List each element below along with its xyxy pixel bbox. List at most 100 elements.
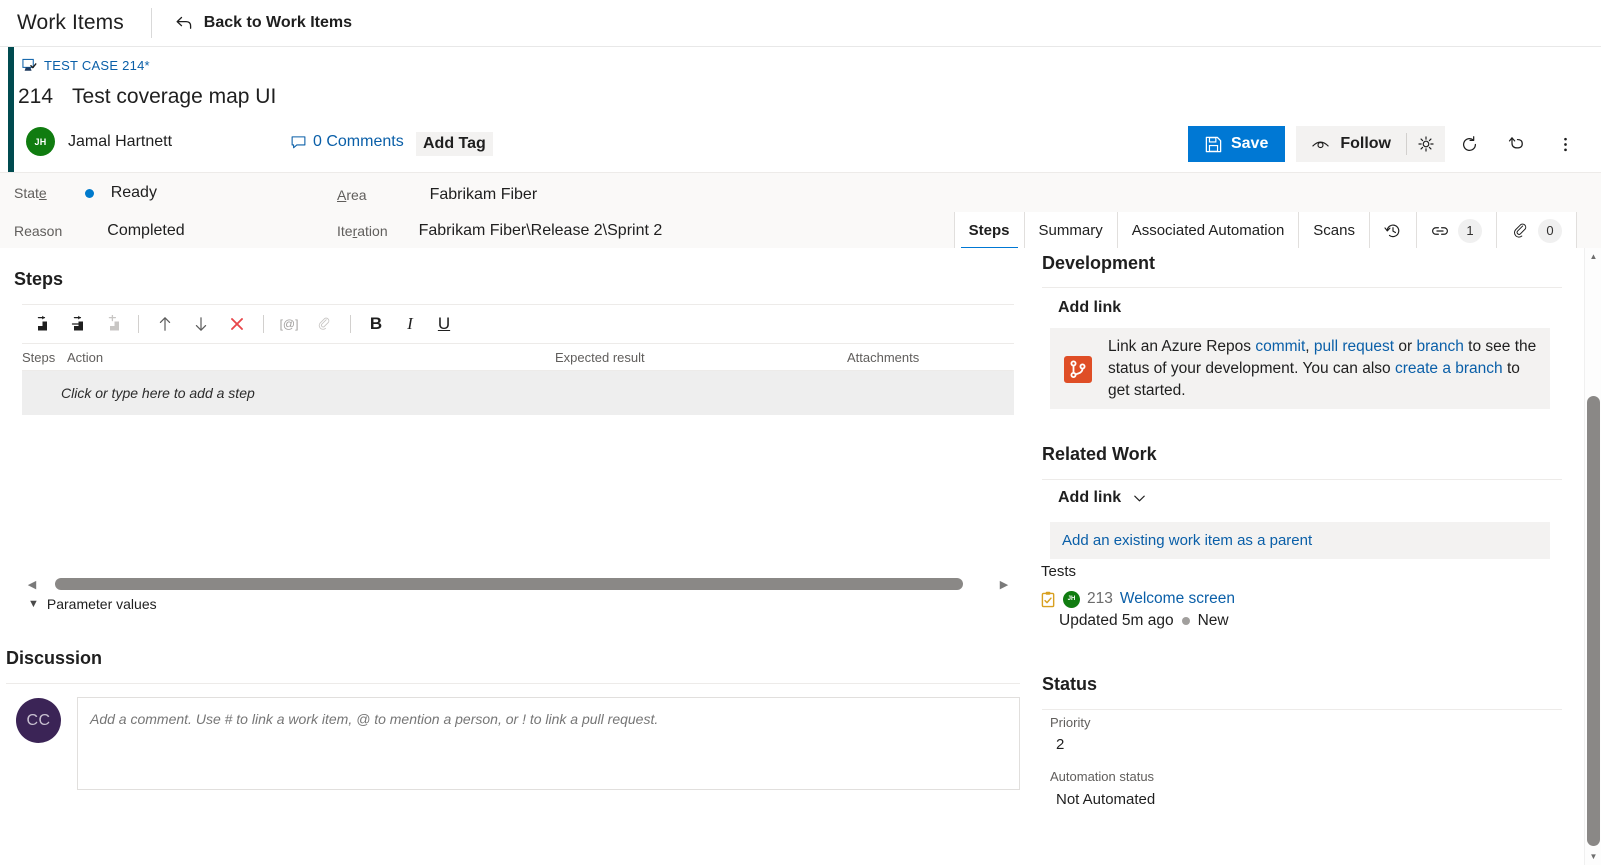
pull-request-link[interactable]: pull request xyxy=(1314,338,1394,355)
move-step-up-button[interactable] xyxy=(147,308,183,340)
hscroll-track[interactable] xyxy=(41,578,995,590)
save-button[interactable]: Save xyxy=(1187,126,1286,162)
comments-link[interactable]: 0 Comments xyxy=(291,133,404,151)
revert-button[interactable] xyxy=(1493,126,1541,162)
vscroll-thumb[interactable] xyxy=(1587,396,1600,846)
chevron-down-icon xyxy=(1134,495,1145,501)
scroll-right-icon[interactable]: ▶ xyxy=(998,578,1010,591)
work-item-type-label[interactable]: TEST CASE 214* xyxy=(44,58,150,73)
column-header-expected-result: Expected result xyxy=(555,350,645,365)
development-add-link[interactable]: Add link xyxy=(1058,299,1121,317)
branch-link[interactable]: branch xyxy=(1416,338,1463,355)
hub-title: Work Items xyxy=(17,11,124,34)
link-icon xyxy=(1432,226,1448,235)
field-area-value: Fabrikam Fiber xyxy=(429,186,538,203)
related-work-item-title[interactable]: Welcome screen xyxy=(1120,590,1235,608)
tab-steps-label: Steps xyxy=(968,222,1010,239)
work-item-header: TEST CASE 214* 214 Test coverage map UI … xyxy=(0,47,1601,172)
steps-toolbar: [@] B I U xyxy=(22,305,1014,344)
back-arrow-icon xyxy=(176,16,192,29)
move-down-icon xyxy=(195,317,207,331)
field-reason-value: Completed xyxy=(107,222,185,239)
create-a-branch-link[interactable]: create a branch xyxy=(1395,360,1503,377)
discussion-divider xyxy=(6,683,1020,684)
toolbar-separator xyxy=(138,315,139,333)
eye-icon xyxy=(1312,141,1330,148)
delete-icon xyxy=(231,318,243,330)
tab-associated-automation[interactable]: Associated Automation xyxy=(1117,212,1300,249)
state-dot xyxy=(1181,617,1190,625)
field-reason[interactable]: Reason Completed xyxy=(14,222,185,240)
related-work-add-link-button[interactable]: Add link xyxy=(1058,489,1147,507)
field-state-label: State xyxy=(14,185,47,201)
work-item-type-row: TEST CASE 214* xyxy=(22,58,150,73)
parameter-values-label: Parameter values xyxy=(46,596,157,612)
work-item-title[interactable]: Test coverage map UI xyxy=(72,85,276,109)
hscroll-thumb[interactable] xyxy=(55,578,963,590)
automation-status-value[interactable]: Not Automated xyxy=(1056,791,1155,808)
scroll-left-icon[interactable]: ◀ xyxy=(26,578,38,591)
tab-attachments[interactable]: 0 xyxy=(1497,212,1577,249)
azure-repos-icon xyxy=(1064,355,1092,383)
test-case-clipboard-icon xyxy=(1041,591,1055,607)
discussion-comment-input[interactable]: Add a comment. Use # to link a work item… xyxy=(77,697,1020,790)
add-parent-row[interactable]: Add an existing work item as a parent xyxy=(1050,522,1550,559)
field-area[interactable]: Area Fabrikam Fiber xyxy=(337,186,537,204)
scroll-down-icon[interactable]: ▼ xyxy=(1585,848,1601,865)
italic-button[interactable]: I xyxy=(393,308,427,340)
priority-value[interactable]: 2 xyxy=(1056,736,1064,753)
insert-step-button[interactable] xyxy=(22,308,58,340)
add-step-row[interactable]: Click or type here to add a step xyxy=(22,371,1014,415)
dev-text-4: or xyxy=(1394,337,1417,355)
save-disk-icon xyxy=(1205,136,1222,152)
avatar: JH xyxy=(26,127,55,156)
related-work-group-label: Tests xyxy=(1041,563,1077,580)
chevron-down-icon: ▼ xyxy=(28,598,39,610)
scroll-up-icon[interactable]: ▲ xyxy=(1585,248,1601,265)
back-to-work-items-link[interactable]: Back to Work Items xyxy=(174,13,352,33)
dev-text-2: , xyxy=(1305,337,1314,355)
underline-button[interactable]: U xyxy=(427,308,461,340)
related-work-item[interactable]: JH 213 Welcome screen Updated 5m ago New xyxy=(1041,590,1551,630)
page-vertical-scrollbar[interactable]: ▲ ▼ xyxy=(1584,248,1601,865)
save-button-label: Save xyxy=(1230,135,1269,152)
follow-button[interactable]: Follow xyxy=(1296,126,1406,162)
tab-links[interactable]: 1 xyxy=(1417,212,1497,249)
refresh-button[interactable] xyxy=(1445,126,1493,162)
settings-button[interactable] xyxy=(1407,126,1445,162)
tab-scans-label: Scans xyxy=(1313,222,1355,239)
attach-file-icon xyxy=(318,317,330,330)
commit-link[interactable]: commit xyxy=(1255,338,1305,355)
related-work-heading: Related Work xyxy=(1042,444,1157,464)
related-work-item-avatar: JH xyxy=(1063,590,1080,608)
header-divider xyxy=(150,8,152,38)
tab-summary[interactable]: Summary xyxy=(1024,212,1118,249)
more-options-button[interactable] xyxy=(1541,126,1589,162)
delete-step-button[interactable] xyxy=(219,308,255,340)
steps-horizontal-scrollbar[interactable]: ◀ ▶ xyxy=(26,575,1010,593)
gear-icon xyxy=(1418,136,1434,152)
related-work-item-line: JH 213 Welcome screen xyxy=(1041,590,1551,608)
comment-bubble-icon xyxy=(291,135,306,148)
tab-history[interactable] xyxy=(1370,212,1417,249)
parameter-values-toggle[interactable]: ▼ Parameter values xyxy=(28,596,157,612)
insert-shared-step-button[interactable] xyxy=(58,308,94,340)
tab-scans[interactable]: Scans xyxy=(1299,212,1370,249)
field-state[interactable]: State Ready xyxy=(14,184,157,202)
steps-grid-header: Steps Action Expected result Attachments xyxy=(22,344,1014,371)
more-vertical-icon xyxy=(1563,137,1567,151)
automation-status-label: Automation status xyxy=(1050,769,1155,784)
work-item-assignee-row[interactable]: JH Jamal Hartnett xyxy=(26,127,172,156)
details-panel: Development Add link Link an Azure Repos… xyxy=(1030,248,1586,865)
discussion-heading: Discussion xyxy=(6,648,103,668)
tab-links-badge: 1 xyxy=(1458,218,1482,243)
refresh-icon xyxy=(1462,135,1476,151)
bold-button[interactable]: B xyxy=(359,308,393,340)
undo-icon xyxy=(1508,136,1523,149)
insert-parameter-button[interactable]: [@] xyxy=(272,308,306,340)
tab-steps[interactable]: Steps xyxy=(954,212,1025,249)
add-tag-button[interactable]: Add Tag xyxy=(416,132,493,156)
move-step-down-button[interactable] xyxy=(183,308,219,340)
field-iteration[interactable]: Iteration Fabrikam Fiber\Release 2\Sprin… xyxy=(337,222,662,240)
follow-button-label: Follow xyxy=(1340,135,1391,152)
